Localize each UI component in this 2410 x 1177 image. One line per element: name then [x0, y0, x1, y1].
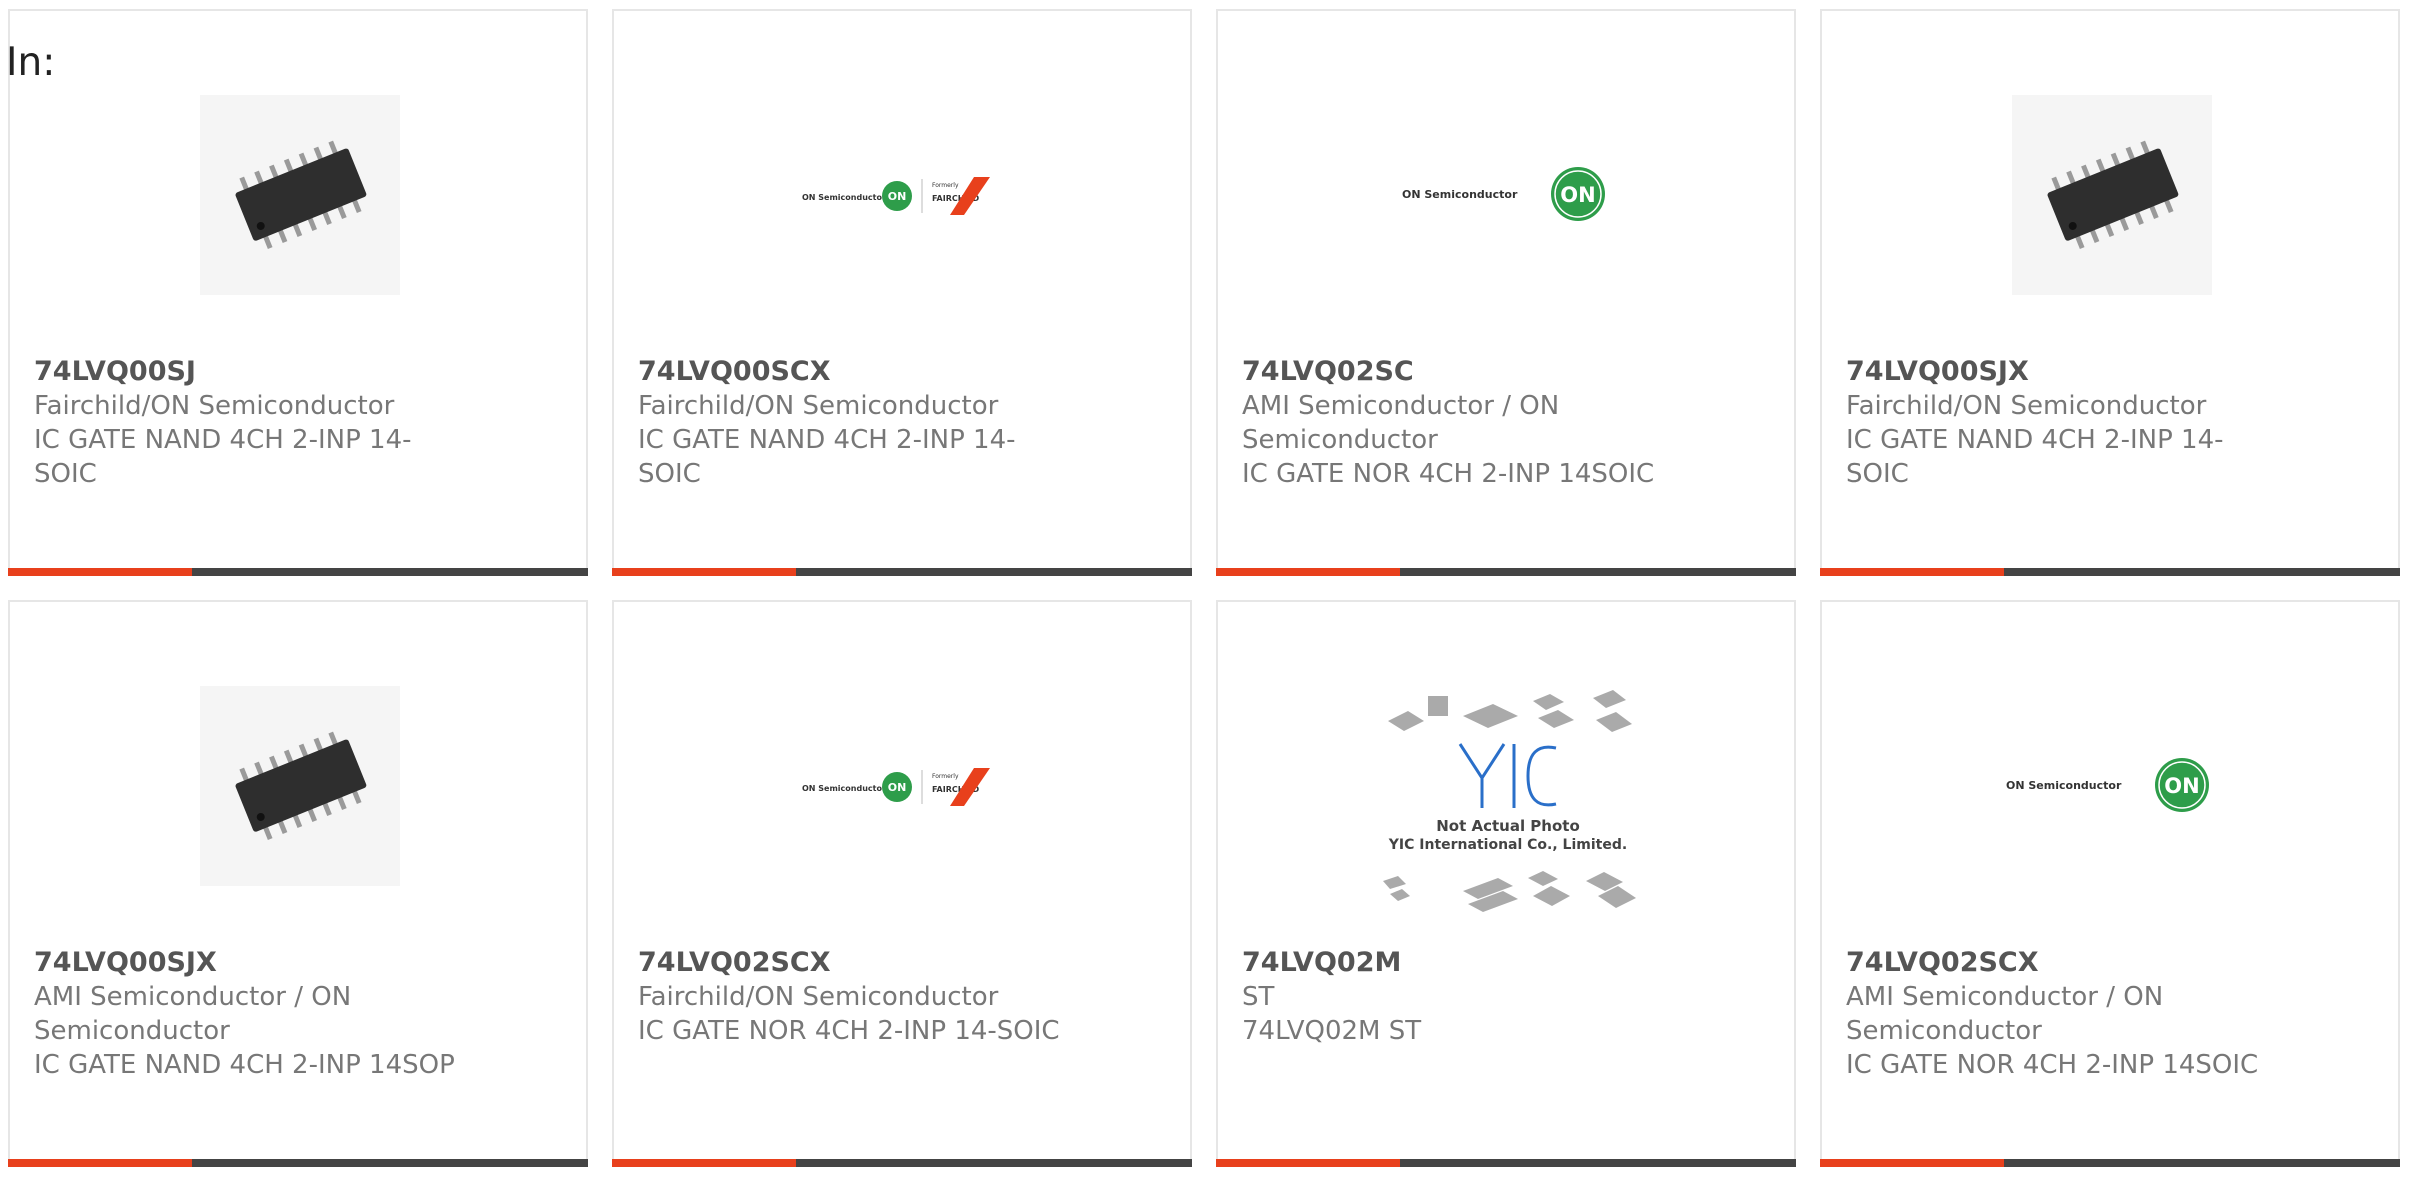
formerly-text: Formerly	[932, 182, 959, 189]
placeholder-line2: YIC International Co., Limited.	[1388, 837, 1627, 853]
product-info: 74LVQ02SC AMI Semiconductor / ON Semicon…	[1242, 355, 1682, 491]
brand-text: ON Semiconductor	[1402, 188, 1518, 201]
manufacturer: Fairchild/ON Semiconductor	[1846, 391, 2207, 421]
part-number[interactable]: 74LVQ02SCX	[1846, 946, 2286, 980]
manufacturer: AMI Semiconductor / ON Semiconductor	[1242, 391, 1560, 455]
product-card[interactable]: 74LVQ00SJX AMI Semiconductor / ON Semico…	[8, 600, 588, 1167]
manufacturer: Fairchild/ON Semiconductor	[34, 391, 395, 421]
product-card[interactable]: ON Semiconductor ON 74LVQ02SC AMI Semico…	[1216, 9, 1796, 576]
manufacturer: ST	[1242, 982, 1275, 1012]
chip-icon	[190, 85, 410, 305]
manufacturer: AMI Semiconductor / ON Semiconductor	[34, 982, 352, 1046]
not-actual-photo-image: Not Actual Photo YIC International Co., …	[1368, 686, 1648, 936]
on-mark: ON	[2164, 774, 2199, 798]
part-number[interactable]: 74LVQ02SCX	[638, 946, 1078, 980]
on-mark: ON	[1560, 183, 1595, 207]
chip-icon	[190, 676, 410, 896]
manufacturer: AMI Semiconductor / ON Semiconductor	[1846, 982, 2164, 1046]
on-fairchild-logo: ON Semiconductor ON Formerly FAIRCHILD	[794, 676, 1014, 896]
description: 74LVQ02M ST	[1242, 1016, 1422, 1046]
product-grid: 74LVQ00SJ Fairchild/ON Semiconductor IC …	[8, 9, 2402, 1167]
formerly-text: Formerly	[932, 773, 959, 780]
on-semi-logo: ON Semiconductor ON	[2002, 676, 2222, 896]
chip-icon	[2002, 85, 2222, 305]
part-number[interactable]: 74LVQ00SJ	[34, 355, 474, 389]
description: IC GATE NAND 4CH 2-INP 14-SOIC	[34, 425, 412, 489]
on-fairchild-logo: ON Semiconductor ON Formerly FAIRCHILD	[794, 85, 1014, 305]
brand-text: ON Semiconductor	[2006, 779, 2122, 792]
card-accent-bar	[1820, 568, 2400, 576]
brand-text: ON Semiconductor	[802, 784, 886, 793]
description: IC GATE NAND 4CH 2-INP 14SOP	[34, 1050, 455, 1080]
on-semi-logo: ON Semiconductor ON	[1398, 85, 1618, 305]
product-card[interactable]: ON Semiconductor ON 74LVQ02SCX AMI Semic…	[1820, 600, 2400, 1167]
product-card[interactable]: 74LVQ00SJ Fairchild/ON Semiconductor IC …	[8, 9, 588, 576]
placeholder-line1: Not Actual Photo	[1436, 817, 1580, 835]
card-accent-bar	[612, 568, 1192, 576]
product-info: 74LVQ00SCX Fairchild/ON Semiconductor IC…	[638, 355, 1078, 491]
filter-in-label: In:	[6, 40, 56, 85]
description: IC GATE NOR 4CH 2-INP 14SOIC	[1846, 1050, 2259, 1080]
product-info: 74LVQ00SJX AMI Semiconductor / ON Semico…	[34, 946, 474, 1082]
product-info: 74LVQ00SJX Fairchild/ON Semiconductor IC…	[1846, 355, 2286, 491]
card-accent-bar	[8, 1159, 588, 1167]
description: IC GATE NOR 4CH 2-INP 14-SOIC	[638, 1016, 1060, 1046]
manufacturer: Fairchild/ON Semiconductor	[638, 982, 999, 1012]
product-card[interactable]: 74LVQ00SJX Fairchild/ON Semiconductor IC…	[1820, 9, 2400, 576]
product-card[interactable]: Not Actual Photo YIC International Co., …	[1216, 600, 1796, 1167]
description: IC GATE NOR 4CH 2-INP 14SOIC	[1242, 459, 1655, 489]
manufacturer: Fairchild/ON Semiconductor	[638, 391, 999, 421]
card-accent-bar	[612, 1159, 1192, 1167]
part-number[interactable]: 74LVQ00SJX	[34, 946, 474, 980]
card-accent-bar	[8, 568, 588, 576]
part-number[interactable]: 74LVQ02SC	[1242, 355, 1682, 389]
on-mark: ON	[888, 781, 907, 794]
product-info: 74LVQ02M ST 74LVQ02M ST	[1242, 946, 1682, 1048]
brand-text: ON Semiconductor	[802, 193, 886, 202]
product-info: 74LVQ00SJ Fairchild/ON Semiconductor IC …	[34, 355, 474, 491]
part-number[interactable]: 74LVQ00SJX	[1846, 355, 2286, 389]
product-info: 74LVQ02SCX AMI Semiconductor / ON Semico…	[1846, 946, 2286, 1082]
on-mark: ON	[888, 190, 907, 203]
card-accent-bar	[1216, 568, 1796, 576]
card-accent-bar	[1820, 1159, 2400, 1167]
product-card[interactable]: ON Semiconductor ON Formerly FAIRCHILD 7…	[612, 600, 1192, 1167]
product-card[interactable]: ON Semiconductor ON Formerly FAIRCHILD 7…	[612, 9, 1192, 576]
card-accent-bar	[1216, 1159, 1796, 1167]
description: IC GATE NAND 4CH 2-INP 14-SOIC	[1846, 425, 2224, 489]
product-info: 74LVQ02SCX Fairchild/ON Semiconductor IC…	[638, 946, 1078, 1048]
part-number[interactable]: 74LVQ00SCX	[638, 355, 1078, 389]
part-number[interactable]: 74LVQ02M	[1242, 946, 1682, 980]
description: IC GATE NAND 4CH 2-INP 14-SOIC	[638, 425, 1016, 489]
